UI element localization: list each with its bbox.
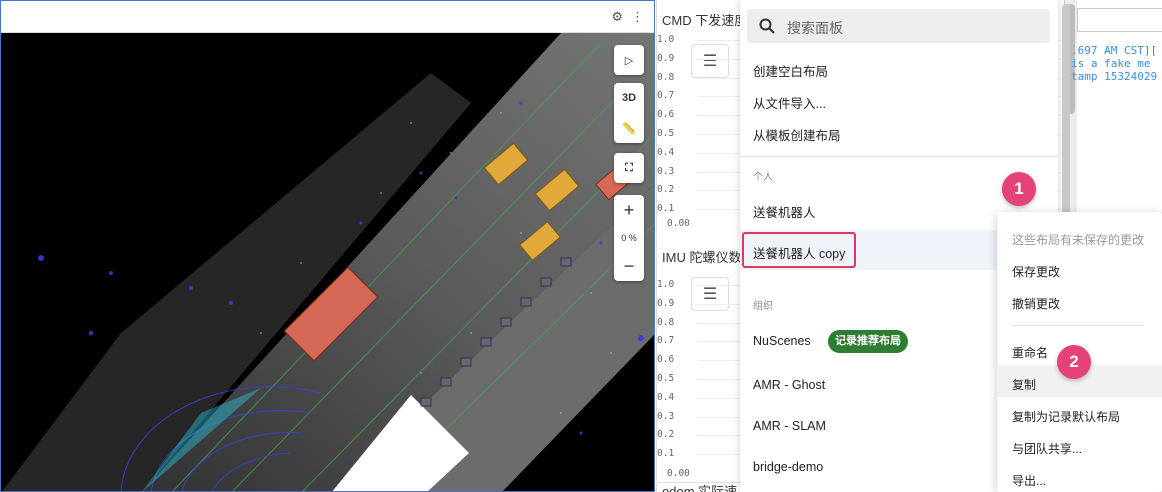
recommended-badge: 记录推荐布局 <box>828 330 908 353</box>
layout-item[interactable]: 送餐机器人 <box>753 202 816 221</box>
y-tick-label: 0.6 <box>657 109 675 121</box>
section-header-org: 组织 <box>753 301 773 312</box>
more-vertical-icon[interactable]: ⋮ <box>631 9 644 25</box>
zoom-out-button[interactable]: − <box>614 251 644 281</box>
layout-search-input[interactable]: 搜索面板 <box>747 9 1050 43</box>
y-tick-label: 0.9 <box>657 52 675 64</box>
3d-panel[interactable]: ⚙ ⋮ ▷ 3D 📏 ⛶ + 0 % − <box>0 0 655 492</box>
search-placeholder: 搜索面板 <box>787 20 843 36</box>
revert-changes-item[interactable]: 撤销更改 <box>1012 295 1060 312</box>
plot-title: CMD 下发速度 <box>662 13 748 28</box>
x-axis-origin-label: 0.00 <box>667 468 690 479</box>
step-marker-2: 2 <box>1057 345 1091 379</box>
toggle-3d-button[interactable]: 3D <box>614 83 644 113</box>
3d-panel-toolbar: ⚙ ⋮ <box>1 1 654 33</box>
layout-item[interactable]: AMR - SLAM <box>753 419 826 433</box>
export-item[interactable]: 导出... <box>1012 472 1046 489</box>
menu-item-create-blank[interactable]: 创建空白布局 <box>753 61 828 80</box>
gear-icon[interactable]: ⚙ <box>611 9 623 25</box>
focus-icon[interactable]: ⛶ <box>614 153 644 183</box>
layout-menu-scrollbar[interactable] <box>1062 4 1070 236</box>
layout-item[interactable]: bridge-demo <box>753 460 823 474</box>
y-tick-label: 0.4 <box>657 391 675 403</box>
select-tool-group: ▷ <box>614 45 644 75</box>
list-icon: ☰ <box>702 286 718 303</box>
y-tick-label: 0.6 <box>657 354 675 366</box>
save-changes-item[interactable]: 保存更改 <box>1012 263 1060 280</box>
y-tick-label: 0.1 <box>657 203 675 215</box>
duplicate-as-default-item[interactable]: 复制为记录默认布局 <box>1012 408 1120 425</box>
y-tick-label: 0.7 <box>657 90 675 102</box>
layout-item[interactable]: NuScenes <box>753 334 811 348</box>
y-tick-label: 0.5 <box>657 373 675 384</box>
legend-toggle-button[interactable]: ☰ <box>691 44 729 78</box>
log-line: .697 AM CST][ <box>1071 44 1158 57</box>
y-tick-label: 0.5 <box>657 128 675 139</box>
duplicate-item[interactable]: 复制 <box>1012 376 1036 393</box>
section-header-personal: 个人 <box>753 172 773 183</box>
y-tick-label: 1.0 <box>657 34 675 45</box>
highlight-box <box>742 232 856 268</box>
y-tick-label: 0.1 <box>657 448 675 460</box>
view-tools-group: 3D 📏 <box>614 83 644 143</box>
y-tick-label: 0.7 <box>657 335 675 347</box>
log-line: is a fake me <box>1071 57 1151 70</box>
y-tick-label: 0.9 <box>657 297 675 309</box>
step-marker-1: 1 <box>1002 172 1036 206</box>
list-icon: ☰ <box>702 53 718 70</box>
legend-toggle-button[interactable]: ☰ <box>691 277 729 311</box>
rename-item[interactable]: 重命名 <box>1012 344 1048 361</box>
y-tick-label: 0.3 <box>657 410 675 422</box>
search-icon <box>759 18 775 34</box>
menu-item-import-file[interactable]: 从文件导入... <box>753 93 826 112</box>
y-tick-label: 0.2 <box>657 184 675 196</box>
point-cloud-scene[interactable] <box>1 33 655 492</box>
x-axis-origin-label: 0.00 <box>667 218 690 229</box>
zoom-controls: + 0 % − <box>614 195 644 281</box>
unsaved-changes-notice: 这些布局有未保存的更改 <box>1012 233 1145 247</box>
y-tick-label: 1.0 <box>657 279 675 290</box>
menu-item-from-template[interactable]: 从模板创建布局 <box>753 125 841 144</box>
focus-tool-group: ⛶ <box>614 153 644 183</box>
y-tick-label: 0.8 <box>657 316 675 328</box>
log-line: tamp 15324029 <box>1071 70 1158 83</box>
pointer-icon[interactable]: ▷ <box>614 45 644 75</box>
y-tick-label: 0.8 <box>657 71 675 83</box>
plot-title: odom 实际速 <box>662 484 738 492</box>
zoom-level: 0 % <box>621 233 637 243</box>
share-with-team-item[interactable]: 与团队共享... <box>1012 440 1082 457</box>
zoom-in-button[interactable]: + <box>614 195 644 225</box>
ruler-icon[interactable]: 📏 <box>614 113 644 143</box>
y-tick-label: 0.3 <box>657 165 675 177</box>
log-filter-input[interactable] <box>1077 8 1162 32</box>
layout-item[interactable]: AMR - Ghost <box>753 378 825 392</box>
y-tick-label: 0.2 <box>657 429 675 441</box>
y-tick-label: 0.4 <box>657 146 675 158</box>
plot-title: IMU 陀螺仪数 <box>662 250 742 265</box>
